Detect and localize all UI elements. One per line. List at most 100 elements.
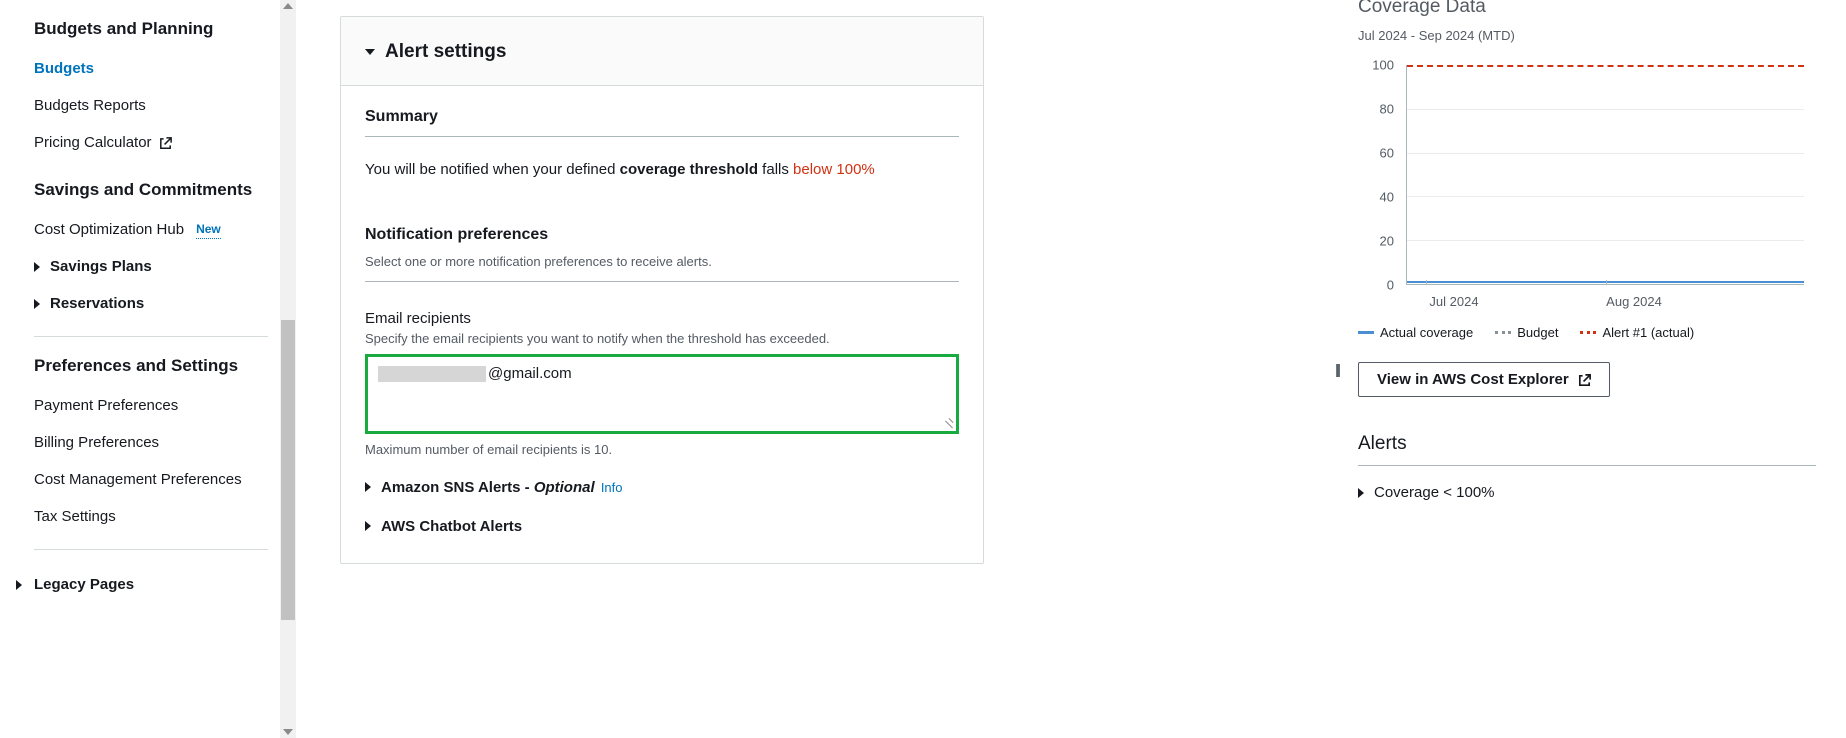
caret-right-icon (365, 521, 371, 531)
sns-optional: Optional (534, 479, 595, 496)
email-help: Specify the email recipients you want to… (365, 331, 959, 346)
legend-swatch-icon (1495, 331, 1511, 334)
sidebar-scrollbar[interactable] (280, 0, 296, 738)
sidebar-expander-legacy[interactable]: Legacy Pages (34, 564, 268, 605)
sidebar-section-prefs: Preferences and Settings (34, 355, 268, 377)
alerts-heading: Alerts (1358, 433, 1816, 466)
email-value: @gmail.com (488, 365, 572, 382)
y-tick: 40 (1380, 190, 1394, 205)
sidebar-section-savings: Savings and Commitments (34, 179, 268, 201)
panel-body: Summary You will be notified when your d… (341, 86, 983, 563)
resize-handle-icon[interactable] (943, 418, 953, 428)
notification-heading: Notification preferences (365, 226, 959, 244)
caret-right-icon (34, 299, 40, 309)
sidebar-item-budgets-reports[interactable]: Budgets Reports (34, 87, 268, 124)
sidebar-expander-reservations[interactable]: Reservations (34, 285, 268, 322)
summary-heading: Summary (365, 108, 959, 137)
email-foot: Maximum number of email recipients is 10… (365, 442, 959, 457)
sidebar-item-label: Pricing Calculator (34, 132, 152, 153)
y-tick: 100 (1372, 58, 1394, 73)
panel-header[interactable]: Alert settings (341, 17, 983, 86)
panel-collapse-handle[interactable]: || (1328, 0, 1346, 738)
coverage-chart: 100 80 60 40 20 0 Jul 2024 (1358, 65, 1804, 315)
sidebar-divider (34, 336, 268, 337)
legend-budget: Budget (1495, 325, 1558, 340)
caret-right-icon (34, 262, 40, 272)
sidebar-item-billing-prefs[interactable]: Billing Preferences (34, 424, 268, 461)
caret-down-icon (365, 49, 375, 55)
caret-right-icon (365, 482, 371, 492)
right-wrap: || Coverage Data Jul 2024 - Sep 2024 (MT… (1328, 0, 1846, 738)
alert-threshold-line (1407, 65, 1804, 67)
caret-right-icon (1358, 488, 1364, 498)
notification-desc: Select one or more notification preferen… (365, 254, 959, 282)
summary-prefix: You will be notified when your defined (365, 161, 620, 178)
chatbot-label: AWS Chatbot Alerts (381, 518, 522, 535)
sidebar-item-label: Reservations (50, 295, 144, 312)
scroll-up-icon[interactable] (283, 3, 293, 9)
legend-swatch-icon (1580, 331, 1596, 334)
info-link[interactable]: Info (601, 480, 623, 495)
center-column: Alert settings Summary You will be notif… (296, 0, 1328, 738)
scroll-down-icon[interactable] (283, 729, 293, 735)
redacted-text (378, 366, 486, 382)
legend-actual: Actual coverage (1358, 325, 1473, 340)
sidebar-expander-savings-plans[interactable]: Savings Plans (34, 248, 268, 285)
sidebar-item-label: Budgets Reports (34, 95, 146, 116)
sidebar-item-label: Billing Preferences (34, 432, 159, 453)
x-tick: Aug 2024 (1606, 294, 1662, 309)
sidebar-item-tax-settings[interactable]: Tax Settings (34, 498, 268, 535)
new-badge: New (196, 221, 221, 239)
sns-alerts-expander[interactable]: Amazon SNS Alerts - Optional Info (365, 479, 959, 496)
coverage-subtitle: Jul 2024 - Sep 2024 (MTD) (1358, 28, 1816, 43)
right-panel: Coverage Data Jul 2024 - Sep 2024 (MTD) … (1346, 0, 1846, 738)
alert-label: Coverage < 100% (1374, 484, 1495, 501)
collapse-icon: || (1335, 361, 1339, 377)
sidebar-item-label: Tax Settings (34, 506, 116, 527)
y-axis: 100 80 60 40 20 0 (1358, 65, 1400, 285)
chatbot-alerts-expander[interactable]: AWS Chatbot Alerts (365, 518, 959, 535)
x-tick: Jul 2024 (1429, 294, 1478, 309)
button-label: View in AWS Cost Explorer (1377, 371, 1569, 388)
alert-settings-panel: Alert settings Summary You will be notif… (340, 16, 984, 564)
x-tick-mark (1606, 280, 1607, 285)
sidebar-item-label: Cost Management Preferences (34, 469, 242, 490)
summary-value: below 100% (793, 161, 875, 178)
alert-row-coverage[interactable]: Coverage < 100% (1358, 484, 1816, 501)
view-cost-explorer-button[interactable]: View in AWS Cost Explorer (1358, 362, 1610, 397)
email-recipients-input[interactable]: @gmail.com (365, 354, 959, 434)
y-tick: 80 (1380, 102, 1394, 117)
gridline (1407, 196, 1804, 197)
sidebar-item-payment-prefs[interactable]: Payment Preferences (34, 387, 268, 424)
sidebar-item-cost-mgmt-prefs[interactable]: Cost Management Preferences (34, 461, 268, 498)
legend-label: Alert #1 (actual) (1602, 325, 1694, 340)
summary-text: You will be notified when your defined c… (365, 159, 959, 182)
main-area: Alert settings Summary You will be notif… (296, 0, 1846, 738)
gridline (1407, 240, 1804, 241)
summary-mid: falls (758, 161, 793, 178)
y-tick: 60 (1380, 146, 1394, 161)
gridline (1407, 109, 1804, 110)
legend-alert: Alert #1 (actual) (1580, 325, 1694, 340)
scroll-thumb[interactable] (281, 320, 295, 620)
sidebar-item-cost-optimization-hub[interactable]: Cost Optimization Hub New (34, 211, 268, 248)
y-tick: 0 (1387, 278, 1394, 293)
coverage-title: Coverage Data (1358, 0, 1816, 18)
sns-label: Amazon SNS Alerts - (381, 479, 534, 496)
sidebar-item-label: Payment Preferences (34, 395, 178, 416)
chart-legend: Actual coverage Budget Alert #1 (actual) (1358, 325, 1816, 340)
sidebar-item-label: Legacy Pages (34, 576, 134, 593)
sidebar-item-label: Savings Plans (50, 258, 152, 275)
sidebar-content: Budgets and Planning Budgets Budgets Rep… (0, 0, 280, 738)
sidebar-section-budgets: Budgets and Planning (34, 18, 268, 40)
legend-label: Actual coverage (1380, 325, 1473, 340)
y-tick: 20 (1380, 234, 1394, 249)
external-link-icon (1577, 373, 1591, 387)
panel-title: Alert settings (385, 41, 506, 63)
sidebar-item-pricing-calculator[interactable]: Pricing Calculator (34, 124, 268, 161)
sidebar-item-label: Cost Optimization Hub (34, 219, 184, 240)
legend-label: Budget (1517, 325, 1558, 340)
email-label: Email recipients (365, 310, 959, 327)
external-link-icon (158, 136, 172, 150)
sidebar-item-budgets[interactable]: Budgets (34, 50, 268, 87)
